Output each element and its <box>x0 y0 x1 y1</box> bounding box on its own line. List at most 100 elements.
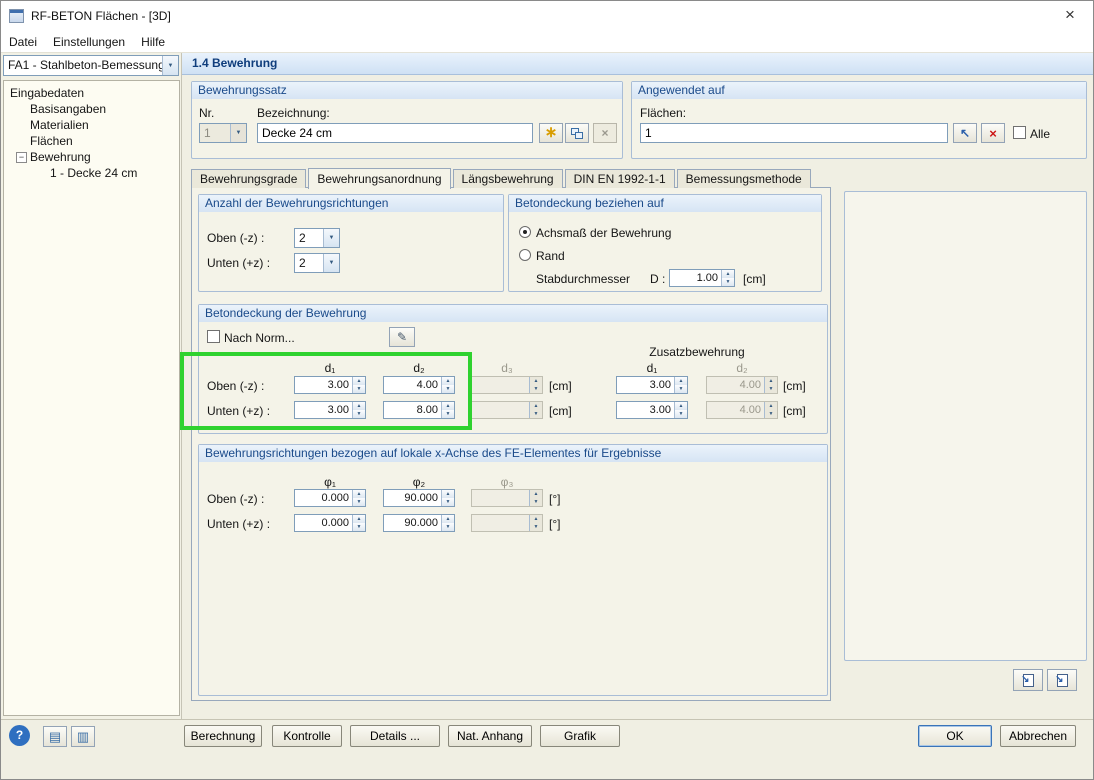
spin-up-icon[interactable] <box>442 515 454 523</box>
transfer-settings-button-1[interactable]: ↘ <box>1013 669 1043 691</box>
tree-item-bewehrung[interactable]: − Bewehrung <box>4 149 179 165</box>
achsmass-radio[interactable] <box>519 226 531 238</box>
spin-up-icon[interactable] <box>442 490 454 498</box>
menu-hilfe[interactable]: Hilfe <box>133 33 173 51</box>
deckung-oben-d2-spinner[interactable]: 4.00 <box>383 376 455 394</box>
spin-up-icon[interactable] <box>442 402 454 410</box>
nat-anhang-button[interactable]: Nat. Anhang <box>448 725 532 747</box>
phi3-unten-spinner <box>471 514 543 532</box>
spin-up-icon[interactable] <box>675 402 687 410</box>
tree-item-basisangaben[interactable]: Basisangaben <box>4 101 179 117</box>
spin-up-icon[interactable] <box>353 490 365 498</box>
stab-unit-label: [cm] <box>743 272 766 286</box>
spin-down-icon[interactable] <box>353 410 365 418</box>
zusatz-unten-unit: [cm] <box>783 404 806 418</box>
transfer-settings-button-2[interactable]: ↘ <box>1047 669 1077 691</box>
ok-button[interactable]: OK <box>918 725 992 747</box>
achsmass-label: Achsmaß der Bewehrung <box>536 226 672 240</box>
spin-down-icon[interactable] <box>442 523 454 531</box>
spin-down-icon[interactable] <box>442 410 454 418</box>
flaechen-input[interactable] <box>640 123 948 143</box>
phi2-oben-spinner[interactable]: 90.000 <box>383 489 455 507</box>
spin-down-icon[interactable] <box>675 385 687 393</box>
deckung-unten-d1-spinner[interactable]: 3.00 <box>294 401 366 419</box>
zusatz-unten-d1-spinner[interactable]: 3.00 <box>616 401 688 419</box>
rand-radio[interactable] <box>519 249 531 261</box>
spin-down-icon[interactable] <box>442 385 454 393</box>
tab-laengsbewehrung[interactable]: Längsbewehrung <box>452 169 563 188</box>
spin-down-icon[interactable] <box>353 498 365 506</box>
phi1-oben-spinner[interactable]: 0.000 <box>294 489 366 507</box>
delete-set-button[interactable]: × <box>593 123 617 143</box>
spin-up-icon[interactable] <box>353 402 365 410</box>
spin-down-icon[interactable] <box>675 410 687 418</box>
pick-surfaces-button[interactable]: ↖ <box>953 123 977 143</box>
anzahl-oben-dropdown[interactable]: 2 <box>294 228 340 248</box>
spin-up-icon[interactable] <box>353 377 365 385</box>
close-icon[interactable]: × <box>1047 1 1093 31</box>
flaechen-label: Flächen: <box>640 106 687 120</box>
d-label: D : <box>650 272 666 286</box>
menu-datei[interactable]: Datei <box>1 33 45 51</box>
value: 4.00 <box>416 379 438 391</box>
deckung-oben-label: Oben (-z) : <box>207 379 265 393</box>
spin-down-icon[interactable] <box>722 278 734 286</box>
group-richtungen-title: Bewehrungsrichtungen bezogen auf lokale … <box>199 445 827 462</box>
spin-up-icon[interactable] <box>353 515 365 523</box>
bezeichnung-input[interactable] <box>257 123 533 143</box>
col-d1-header: d₁ <box>324 361 336 375</box>
spin-down-icon[interactable] <box>353 523 365 531</box>
spin-up-icon[interactable] <box>722 270 734 278</box>
dock-panel-button-2[interactable]: ▥ <box>71 726 95 747</box>
details-button[interactable]: Details ... <box>350 725 440 747</box>
anzahl-oben-value: 2 <box>299 231 306 245</box>
col-phi1-header: φ₁ <box>324 475 336 489</box>
menu-einstellungen[interactable]: Einstellungen <box>45 33 133 51</box>
spin-up-icon <box>530 377 542 385</box>
tab-bemessungsmethode[interactable]: Bemessungsmethode <box>676 169 811 188</box>
berechnung-button[interactable]: Berechnung <box>184 725 262 747</box>
deckung-unten-d2-spinner[interactable]: 8.00 <box>383 401 455 419</box>
tree-item-materialien[interactable]: Materialien <box>4 117 179 133</box>
stabdurchmesser-spinner[interactable]: 1.00 <box>669 269 735 287</box>
spin-down-icon[interactable] <box>353 385 365 393</box>
zusatz-oben-d1-spinner[interactable]: 3.00 <box>616 376 688 394</box>
alle-checkbox[interactable] <box>1013 126 1026 139</box>
new-set-button[interactable]: ∗ <box>539 123 563 143</box>
deckung-unten-d3-spinner <box>471 401 543 419</box>
sidebar: FA1 - Stahlbeton-Bemessung Eingabedaten … <box>1 53 182 719</box>
spin-down-icon[interactable] <box>442 498 454 506</box>
dock-panel-button-1[interactable]: ▤ <box>43 726 67 747</box>
spin-up-icon[interactable] <box>442 377 454 385</box>
edit-norm-icon: ✎ <box>396 330 408 344</box>
help-button[interactable]: ? <box>9 725 30 746</box>
clear-surfaces-button[interactable]: × <box>981 123 1005 143</box>
collapse-icon[interactable]: − <box>16 151 27 163</box>
chevron-down-icon <box>323 254 339 272</box>
page-title: 1.4 Bewehrung <box>182 53 1093 75</box>
tab-bewehrungsgrade[interactable]: Bewehrungsgrade <box>191 169 307 188</box>
nach-norm-checkbox[interactable] <box>207 330 220 343</box>
abbrechen-button[interactable]: Abbrechen <box>1000 725 1076 747</box>
anzahl-unten-dropdown[interactable]: 2 <box>294 253 340 273</box>
value <box>472 377 529 393</box>
tab-bewehrungsanordnung[interactable]: Bewehrungsanordnung <box>308 168 451 189</box>
phi1-unten-spinner[interactable]: 0.000 <box>294 514 366 532</box>
kontrolle-button[interactable]: Kontrolle <box>272 725 342 747</box>
grafik-button[interactable]: Grafik <box>540 725 620 747</box>
tab-din-en-1992-1-1[interactable]: DIN EN 1992-1-1 <box>564 169 675 188</box>
arrow-icon: ↘ <box>1055 673 1064 685</box>
spin-up-icon[interactable] <box>675 377 687 385</box>
tree-item-eingabedaten[interactable]: Eingabedaten <box>4 85 179 101</box>
nr-dropdown[interactable]: 1 <box>199 123 247 143</box>
value <box>472 490 529 506</box>
norm-settings-button[interactable]: ✎ <box>389 327 415 347</box>
deckung-oben-d1-spinner[interactable]: 3.00 <box>294 376 366 394</box>
phi2-unten-spinner[interactable]: 90.000 <box>383 514 455 532</box>
copy-set-button[interactable] <box>565 123 589 143</box>
chevron-down-icon <box>230 124 246 142</box>
tree-item-flaechen[interactable]: Flächen <box>4 133 179 149</box>
col-d3-header: d₃ <box>501 361 513 375</box>
case-dropdown[interactable]: FA1 - Stahlbeton-Bemessung <box>3 55 179 76</box>
tree-item-decke-24cm[interactable]: 1 - Decke 24 cm <box>4 165 179 181</box>
